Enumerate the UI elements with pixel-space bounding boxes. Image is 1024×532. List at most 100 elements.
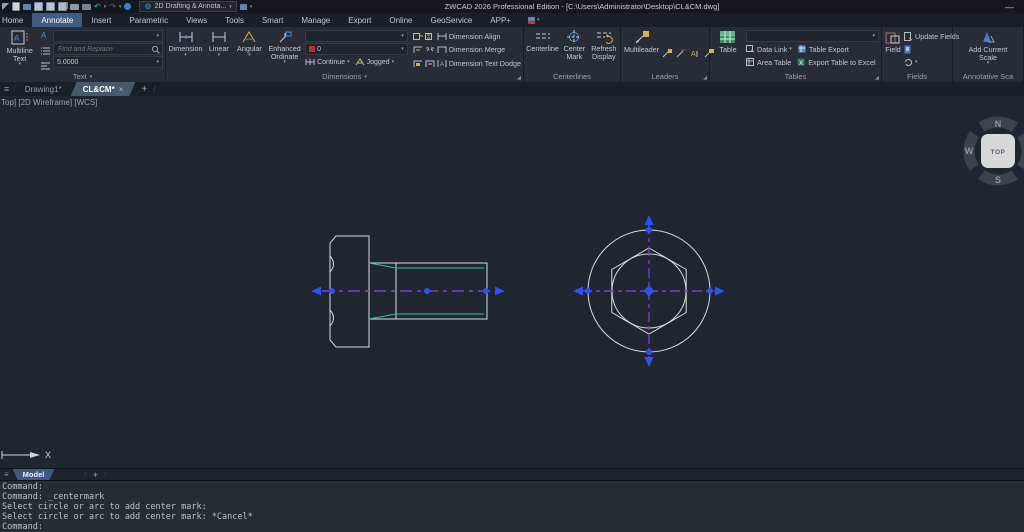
redo-caret-icon[interactable]: ▾ bbox=[119, 4, 122, 10]
table-label: Table bbox=[719, 46, 736, 54]
annotative-scale-panel-label[interactable]: Annotative Sca bbox=[963, 72, 1013, 81]
undo-caret-icon[interactable]: ▾ bbox=[104, 4, 107, 10]
tab-tools[interactable]: Tools bbox=[216, 13, 253, 27]
model-tab[interactable]: Model bbox=[13, 469, 55, 480]
dimension-merge-button[interactable]: Dimension Merge bbox=[413, 44, 521, 56]
tab-parametric[interactable]: Parametric bbox=[120, 13, 177, 27]
angular-button[interactable]: Angular ▾ bbox=[235, 29, 265, 71]
field-button[interactable]: Field bbox=[884, 29, 902, 71]
centerline-button[interactable]: Centerline bbox=[526, 29, 559, 71]
doc-tabs-menu-icon[interactable]: ≡ bbox=[0, 82, 13, 96]
leaders-dialog-launcher-icon[interactable]: ◢ bbox=[703, 75, 707, 81]
area-table-button[interactable]: Area Table bbox=[757, 58, 791, 67]
centerlines-panel-label[interactable]: Centerlines bbox=[553, 72, 591, 81]
new-layout-button[interactable]: + bbox=[89, 469, 102, 480]
close-tab-icon[interactable]: × bbox=[119, 85, 124, 94]
linear-button[interactable]: Linear ▾ bbox=[205, 29, 233, 71]
tab-home[interactable]: Home bbox=[0, 13, 32, 27]
data-link-button[interactable]: Data Link bbox=[757, 45, 787, 54]
multileader-button[interactable]: Multileader bbox=[623, 29, 660, 71]
viewport-controls-label[interactable]: Top] [2D Wireframe] [WCS] bbox=[1, 98, 97, 107]
tab-app-plus[interactable]: APP+ bbox=[481, 13, 520, 27]
dimension-align-button[interactable]: Dimension Align bbox=[413, 30, 521, 42]
remove-leader-icon[interactable] bbox=[676, 48, 687, 58]
drawing-viewport[interactable]: Top] [2D Wireframe] [WCS] bbox=[0, 96, 1024, 468]
save-as-icon[interactable] bbox=[46, 2, 55, 11]
minimize-button[interactable]: — bbox=[1005, 2, 1024, 12]
field-refresh-icon[interactable] bbox=[904, 58, 913, 67]
print-icon[interactable] bbox=[70, 4, 79, 10]
tab-manage[interactable]: Manage bbox=[292, 13, 339, 27]
text-style-icon[interactable]: A bbox=[40, 30, 50, 39]
help-icon[interactable] bbox=[124, 3, 131, 10]
refresh-display-button[interactable]: Refresh Display bbox=[590, 29, 618, 71]
table-style-dropdown[interactable]: ▾ bbox=[746, 30, 879, 42]
tables-panel-label[interactable]: Tables bbox=[785, 72, 807, 81]
table-export-button[interactable]: Table Export bbox=[809, 45, 849, 54]
workspace-dropdown[interactable]: ⚙ 2D Drafting & Annota... ▾ bbox=[139, 1, 236, 12]
ribbon-display-toggle[interactable]: ▾ bbox=[528, 13, 540, 27]
enhanced-ordinate-button[interactable]: Enhanced Ordinate ▾ bbox=[266, 29, 303, 71]
tab-export[interactable]: Export bbox=[339, 13, 380, 27]
leaders-panel-label[interactable]: Leaders bbox=[651, 72, 678, 81]
text-align-icon[interactable] bbox=[40, 61, 51, 70]
search-icon[interactable] bbox=[151, 45, 160, 54]
tables-dialog-launcher-icon[interactable]: ◢ bbox=[875, 75, 879, 81]
find-replace-input[interactable] bbox=[56, 45, 151, 54]
fields-panel-label[interactable]: Fields bbox=[907, 72, 927, 81]
save-icon[interactable] bbox=[34, 2, 43, 11]
add-current-scale-button[interactable]: Add Current Scale ▾ bbox=[963, 29, 1013, 71]
table-button[interactable]: Table bbox=[712, 29, 744, 71]
dimension-button[interactable]: Dimension ▾ bbox=[168, 29, 203, 71]
tab-geoservice[interactable]: GeoService bbox=[421, 13, 481, 27]
dimension-text-dodge-button[interactable]: A Dimension Text Dodge bbox=[413, 57, 521, 69]
qat-more-caret-icon[interactable]: ▾ bbox=[250, 4, 253, 10]
new-file-icon[interactable] bbox=[12, 2, 20, 11]
text-style-dropdown[interactable]: ▾ bbox=[53, 30, 163, 42]
update-fields-button[interactable]: Update Fields bbox=[904, 30, 959, 42]
add-leader-icon[interactable] bbox=[662, 48, 673, 58]
center-mark[interactable] bbox=[573, 215, 725, 367]
undo-icon[interactable]: ↶ bbox=[94, 3, 101, 11]
viewcube-south[interactable]: S bbox=[995, 175, 1001, 185]
dimension-align-label: Dimension Align bbox=[449, 32, 501, 41]
doc-tab-clcm[interactable]: CL&CM* × bbox=[71, 82, 136, 96]
plot-icon[interactable] bbox=[82, 4, 91, 10]
tab-insert[interactable]: Insert bbox=[82, 13, 120, 27]
dimensions-panel-label[interactable]: Dimensions bbox=[322, 72, 361, 81]
dim-style-dropdown[interactable]: ▾ bbox=[305, 30, 408, 42]
export-excel-button[interactable]: Export Table to Excel bbox=[808, 58, 875, 67]
find-replace-box[interactable] bbox=[53, 43, 163, 55]
new-drawing-button[interactable]: + bbox=[135, 82, 153, 96]
redo-icon[interactable]: ↷ bbox=[109, 3, 116, 11]
command-prompt-line[interactable]: Command: bbox=[2, 522, 1024, 532]
command-line[interactable]: Command: Command: _centermark Select cir… bbox=[0, 480, 1024, 532]
ucs-icon[interactable]: X bbox=[2, 450, 51, 460]
viewcube-north[interactable]: N bbox=[995, 119, 1002, 129]
tab-annotate[interactable]: Annotate bbox=[32, 13, 82, 27]
multiline-text-button[interactable]: A Multiline Text ▾ bbox=[2, 29, 37, 71]
tab-online[interactable]: Online bbox=[380, 13, 421, 27]
jogged-button[interactable]: Jogged bbox=[367, 59, 390, 66]
text-height-dropdown[interactable]: 5.0000 ▾ bbox=[53, 56, 163, 68]
field-refresh-caret-icon[interactable]: ▾ bbox=[915, 60, 918, 64]
layout-menu-icon[interactable]: ≡ bbox=[0, 469, 13, 480]
center-mark-button[interactable]: Center Mark bbox=[561, 29, 588, 71]
copy-icon[interactable] bbox=[58, 2, 67, 11]
numbered-list-icon[interactable] bbox=[40, 46, 51, 55]
text-panel-label[interactable]: Text bbox=[73, 72, 87, 81]
align-leaders-icon[interactable]: A bbox=[690, 48, 701, 58]
doc-tab-drawing1[interactable]: Drawing1* bbox=[16, 82, 71, 96]
svg-text:A: A bbox=[41, 31, 47, 39]
continue-dim-button[interactable]: Continue bbox=[317, 59, 345, 66]
open-file-icon[interactable] bbox=[23, 4, 31, 10]
side-centerline[interactable] bbox=[311, 287, 505, 296]
tab-smart[interactable]: Smart bbox=[253, 13, 292, 27]
viewcube[interactable]: N W S E TOP bbox=[958, 111, 1024, 191]
dimensions-dialog-launcher-icon[interactable]: ◢ bbox=[517, 75, 521, 81]
viewcube-west[interactable]: W bbox=[965, 146, 974, 156]
field-doc-icon[interactable] bbox=[904, 45, 913, 54]
dim-layer-dropdown[interactable]: 0 ▾ bbox=[305, 43, 408, 55]
tab-views[interactable]: Views bbox=[177, 13, 216, 27]
sheetset-icon[interactable] bbox=[240, 4, 247, 10]
